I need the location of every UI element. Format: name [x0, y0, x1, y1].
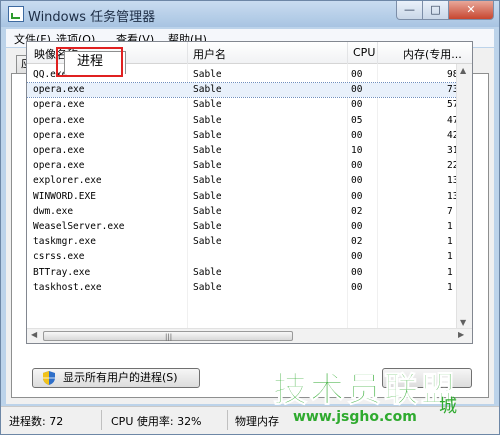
- table-row[interactable]: WeaselServer.exe Sable 00 1: [27, 220, 457, 234]
- column-header-memory[interactable]: 内存(专用...: [403, 46, 462, 62]
- cell-cpu: 00: [351, 266, 363, 278]
- cell-memory: 1: [447, 281, 453, 293]
- status-process-count: 进程数: 72: [9, 415, 64, 428]
- scroll-left-arrow-icon[interactable]: ◀: [31, 330, 37, 339]
- column-separator[interactable]: [377, 42, 378, 64]
- cell-cpu: 00: [351, 175, 363, 187]
- table-row[interactable]: taskmgr.exe Sable 02 1: [27, 235, 457, 249]
- column-header-cpu[interactable]: CPU: [353, 46, 375, 59]
- cell-user-name: Sable: [193, 84, 222, 96]
- watermark-logo: 技术员联盟 城 www.jsgho.com: [273, 362, 499, 436]
- cell-image-name: opera.exe: [33, 145, 85, 156]
- tab-highlight-box: [56, 47, 123, 77]
- show-all-users-processes-label: 显示所有用户的进程(S): [63, 371, 178, 384]
- scroll-up-arrow-icon[interactable]: ▲: [460, 66, 466, 75]
- table-row[interactable]: opera.exe Sable 00 73: [27, 82, 458, 99]
- title-bar[interactable]: Windows 任务管理器 — □ ✕: [1, 1, 499, 27]
- table-row[interactable]: BTTray.exe Sable 00 1: [27, 266, 457, 280]
- cell-image-name: opera.exe: [33, 84, 85, 96]
- table-row[interactable]: opera.exe Sable 05 47: [27, 114, 458, 128]
- cell-cpu: 10: [351, 145, 363, 156]
- cell-memory: 7: [447, 205, 453, 217]
- cell-cpu: 00: [351, 99, 363, 111]
- cell-image-name: csrss.exe: [33, 251, 85, 263]
- cell-cpu: 00: [351, 221, 363, 232]
- cell-user-name: Sable: [193, 99, 222, 111]
- column-separator[interactable]: [347, 42, 348, 64]
- watermark-url: www.jsgho.com: [293, 409, 417, 425]
- maximize-button[interactable]: □: [422, 1, 449, 20]
- cell-image-name: WeaselServer.exe: [33, 221, 125, 232]
- horizontal-scroll-thumb[interactable]: |||: [43, 331, 293, 341]
- status-separator: [227, 410, 228, 430]
- table-row[interactable]: opera.exe Sable 00 22: [27, 159, 458, 173]
- cell-cpu: 05: [351, 114, 363, 126]
- cell-cpu: 00: [351, 281, 363, 293]
- cell-user-name: Sable: [193, 175, 222, 187]
- table-row[interactable]: opera.exe Sable 10 31: [27, 144, 458, 158]
- scroll-down-arrow-icon[interactable]: ▼: [460, 318, 466, 327]
- table-row[interactable]: explorer.exe Sable 00 13: [27, 174, 458, 188]
- cell-image-name: opera.exe: [33, 129, 85, 141]
- column-separator[interactable]: [187, 42, 188, 64]
- scroll-grip-icon: |||: [165, 333, 173, 341]
- table-row[interactable]: opera.exe Sable 00 57: [27, 98, 458, 112]
- minimize-button[interactable]: —: [396, 1, 423, 20]
- watermark-title: 技术员联盟: [273, 370, 458, 411]
- uac-shield-icon: [43, 371, 55, 385]
- cell-cpu: 00: [351, 84, 363, 96]
- cell-memory: 1: [447, 236, 453, 248]
- cell-user-name: Sable: [193, 281, 222, 293]
- cell-user-name: Sable: [193, 190, 222, 202]
- vertical-scrollbar[interactable]: ▲ ▼: [456, 64, 472, 329]
- cell-image-name: opera.exe: [33, 160, 85, 172]
- table-row[interactable]: dwm.exe Sable 02 7: [27, 205, 457, 219]
- cell-user-name: Sable: [193, 160, 222, 172]
- cell-image-name: BTTray.exe: [33, 266, 91, 278]
- cell-user-name: Sable: [193, 69, 222, 80]
- cell-image-name: WINWORD.EXE: [33, 190, 96, 202]
- task-manager-window: Windows 任务管理器 — □ ✕ 文件(F) 选项(O) 查看(V) 帮助…: [0, 0, 500, 435]
- process-list[interactable]: 映像名称 用户名 CPU 内存(专用... QQ.exe Sable 00 98 ope…: [26, 41, 473, 344]
- cell-memory: 1: [447, 251, 453, 263]
- cell-image-name: dwm.exe: [33, 205, 74, 217]
- cell-user-name: Sable: [193, 221, 222, 232]
- cell-cpu: 00: [351, 190, 363, 202]
- table-row[interactable]: taskhost.exe Sable 00 1: [27, 281, 457, 295]
- cell-cpu: 00: [351, 251, 363, 263]
- window-title: Windows 任务管理器: [28, 10, 156, 25]
- cell-cpu: 00: [351, 69, 363, 80]
- cell-user-name: Sable: [193, 129, 222, 141]
- cell-user-name: Sable: [193, 145, 222, 156]
- task-manager-app-icon: [8, 6, 24, 22]
- cell-image-name: taskmgr.exe: [33, 236, 96, 248]
- column-header-user-name[interactable]: 用户名: [193, 46, 226, 62]
- show-all-users-processes-button[interactable]: 显示所有用户的进程(S): [32, 368, 200, 388]
- cell-image-name: taskhost.exe: [33, 281, 102, 293]
- cell-memory: 1: [447, 266, 453, 278]
- table-row[interactable]: csrss.exe 00 1: [27, 250, 457, 264]
- cell-image-name: opera.exe: [33, 114, 85, 126]
- cell-user-name: Sable: [193, 236, 222, 248]
- cell-user-name: Sable: [193, 114, 222, 126]
- cell-cpu: 00: [351, 129, 363, 141]
- cell-memory: 1: [447, 221, 453, 232]
- cell-user-name: Sable: [193, 205, 222, 217]
- table-row[interactable]: opera.exe Sable 00 42: [27, 129, 458, 143]
- horizontal-scrollbar[interactable]: ◀ ||| ▶: [27, 328, 472, 343]
- table-row[interactable]: WINWORD.EXE Sable 00 13: [27, 190, 458, 204]
- cell-image-name: explorer.exe: [33, 175, 102, 187]
- scroll-right-arrow-icon[interactable]: ▶: [458, 330, 464, 339]
- status-cpu-usage: CPU 使用率: 32%: [111, 415, 202, 428]
- watermark-side-text: 城: [439, 396, 457, 417]
- close-button[interactable]: ✕: [448, 1, 494, 20]
- cell-image-name: opera.exe: [33, 99, 85, 111]
- status-separator: [101, 410, 102, 430]
- cell-cpu: 02: [351, 236, 363, 248]
- cell-user-name: Sable: [193, 266, 222, 278]
- cell-cpu: 02: [351, 205, 363, 217]
- cell-cpu: 00: [351, 160, 363, 172]
